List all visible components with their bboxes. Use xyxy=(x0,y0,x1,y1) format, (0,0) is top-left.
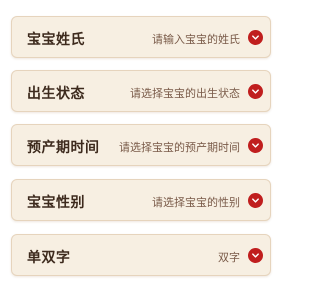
name-length-label: 单双字 xyxy=(27,250,71,266)
gender-label: 宝宝性别 xyxy=(27,195,85,211)
due-date-placeholder[interactable]: 请选择宝宝的预产期时间 xyxy=(119,139,240,155)
chevron-down-icon[interactable] xyxy=(248,30,263,45)
birth-status-label: 出生状态 xyxy=(27,86,85,102)
gender-row[interactable]: 宝宝性别 请选择宝宝的性别 xyxy=(11,179,271,221)
due-date-label: 预产期时间 xyxy=(27,140,100,156)
chevron-down-icon[interactable] xyxy=(248,248,263,263)
name-length-row[interactable]: 单双字 双字 xyxy=(11,234,271,276)
chevron-down-icon[interactable] xyxy=(248,84,263,99)
chevron-down-icon[interactable] xyxy=(248,138,263,153)
birth-status-placeholder[interactable]: 请选择宝宝的出生状态 xyxy=(130,85,240,101)
birth-status-row[interactable]: 出生状态 请选择宝宝的出生状态 xyxy=(11,70,271,112)
due-date-row[interactable]: 预产期时间 请选择宝宝的预产期时间 xyxy=(11,124,271,166)
gender-placeholder[interactable]: 请选择宝宝的性别 xyxy=(152,194,240,210)
surname-label: 宝宝姓氏 xyxy=(27,32,85,48)
chevron-down-icon[interactable] xyxy=(248,193,263,208)
surname-placeholder[interactable]: 请输入宝宝的姓氏 xyxy=(152,31,240,47)
surname-row[interactable]: 宝宝姓氏 请输入宝宝的姓氏 xyxy=(11,16,271,58)
name-length-value[interactable]: 双字 xyxy=(218,249,240,265)
